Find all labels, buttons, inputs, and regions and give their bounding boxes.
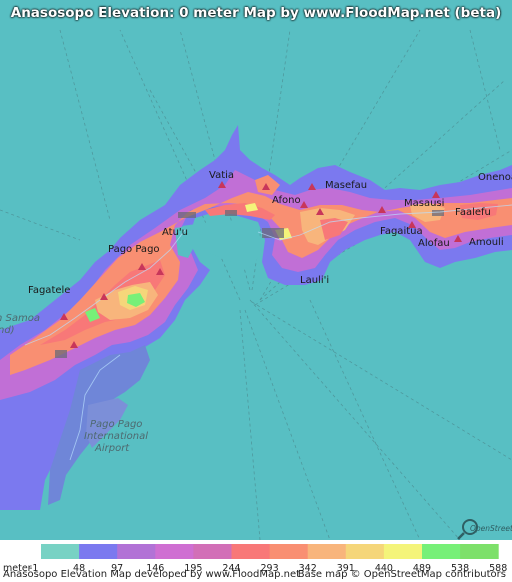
place-pago-pago: Pago Pago bbox=[108, 244, 160, 255]
place-airport: Airport bbox=[94, 443, 130, 454]
legend-swatch bbox=[117, 544, 156, 559]
partial-label-nd: nd) bbox=[0, 325, 15, 336]
legend-swatch bbox=[193, 544, 232, 559]
elevation-map[interactable]: Vatia Masefau Onenoa Afono Masausi Faale… bbox=[0, 0, 512, 540]
legend-swatch bbox=[79, 544, 118, 559]
place-onenoa: Onenoa bbox=[478, 172, 512, 183]
place-fagatele: Fagatele bbox=[28, 285, 70, 296]
place-faalefu: Faalefu bbox=[455, 207, 491, 218]
map-title: Anasosopo Elevation: 0 meter Map by www.… bbox=[10, 5, 502, 21]
place-vatia: Vatia bbox=[209, 170, 234, 181]
place-fagaitua: Fagaitua bbox=[380, 226, 423, 237]
legend-swatches bbox=[41, 544, 499, 559]
legend-swatch bbox=[269, 544, 309, 559]
place-amouli: Amouli bbox=[469, 237, 504, 248]
legend-swatch bbox=[155, 544, 194, 559]
legend-swatch bbox=[422, 544, 461, 559]
osm-watermark-text: OpenStreetMap bbox=[470, 524, 512, 533]
place-masefau: Masefau bbox=[325, 180, 367, 191]
place-pago-pago-airport: Pago Pago bbox=[90, 419, 142, 430]
credits-basemap: Base map © OpenStreetMap contributors bbox=[297, 569, 506, 580]
place-masausi: Masausi bbox=[404, 198, 444, 209]
partial-label-samoa: n Samoa bbox=[0, 313, 40, 324]
legend-swatch bbox=[345, 544, 385, 559]
place-alofau: Alofau bbox=[418, 238, 450, 249]
legend-swatch bbox=[41, 544, 80, 559]
credits-developer: Anasosopo Elevation Map developed by www… bbox=[3, 569, 301, 580]
legend-swatch bbox=[307, 544, 347, 559]
place-laulii: Lauli'i bbox=[300, 275, 329, 286]
legend-swatch bbox=[460, 544, 499, 559]
place-afono: Afono bbox=[272, 195, 301, 206]
legend-swatch bbox=[231, 544, 271, 559]
place-atuu: Atu'u bbox=[162, 227, 188, 238]
place-international: International bbox=[84, 431, 148, 442]
legend-swatch bbox=[383, 544, 423, 559]
